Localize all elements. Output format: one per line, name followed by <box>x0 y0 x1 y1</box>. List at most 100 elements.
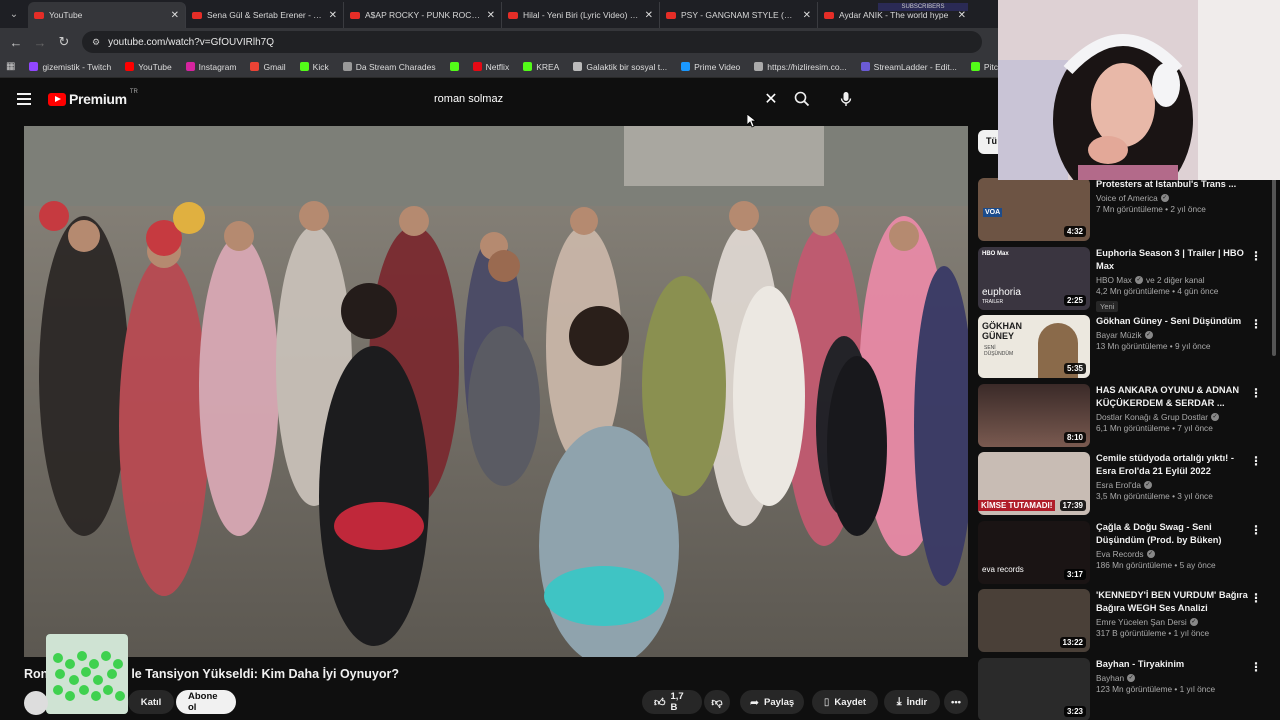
recommendation-item[interactable]: 3:23 ⋮ Bayhan - Tiryakinim Bayhan ✓ 123 M… <box>978 656 1270 720</box>
video-title[interactable]: HAS ANKARA OYUNU & ADNAN KÜÇÜKERDEM & SE… <box>1096 384 1248 410</box>
tab-title: A$AP ROCKY - PUNK ROCKY (V <box>365 10 482 20</box>
more-vertical-icon[interactable]: ⋮ <box>1250 317 1262 331</box>
more-vertical-icon[interactable]: ⋮ <box>1250 660 1262 674</box>
channel-name[interactable]: Bayhan ✓ <box>1096 673 1248 683</box>
tab-hilal[interactable]: Hilal - Yeni Biri (Lyric Video) - Y ✕ <box>502 2 660 28</box>
channel-name[interactable]: Voice of America ✓ <box>1096 193 1248 203</box>
bookmark-twitch[interactable]: gizemistik - Twitch <box>29 62 111 72</box>
recommendation-item[interactable]: HBO Max euphoria TRAILER 2:25 ⋮ Euphoria… <box>978 245 1270 314</box>
subscribe-button[interactable]: Abone ol <box>176 690 236 714</box>
recommendation-item[interactable]: GÖKHAN GÜNEY SENİ DÜŞÜNDÜM 5:35 ⋮ Gökhan… <box>978 313 1270 382</box>
youtube-favicon-icon <box>666 11 676 19</box>
download-button[interactable]: ⤓ İndir <box>884 690 940 714</box>
voice-search-button[interactable] <box>832 86 860 112</box>
search-box[interactable]: roman solmaz ✕ <box>424 84 784 114</box>
channel-name[interactable]: Emre Yücelen Şan Dersi ✓ <box>1096 617 1248 627</box>
recommendation-item[interactable]: eva records 3:17 ⋮ Çağla & Doğu Swag - S… <box>978 519 1270 588</box>
video-title[interactable]: Bayhan - Tiryakinim <box>1096 658 1248 671</box>
close-tab-icon[interactable]: ✕ <box>803 10 811 21</box>
bookmark-prime-video[interactable]: Prime Video <box>681 62 740 72</box>
tab-psy[interactable]: PSY - GANGNAM STYLE (강남스 ✕ <box>660 2 818 28</box>
close-tab-icon[interactable]: ✕ <box>329 10 337 21</box>
close-tab-icon[interactable]: ✕ <box>487 10 495 21</box>
gmail-icon <box>250 62 260 71</box>
close-tab-icon[interactable]: ✕ <box>958 10 966 21</box>
view-info: 4,2 Mn görüntüleme • 4 gün önce <box>1096 285 1219 296</box>
like-button[interactable]: 👍︎ 1,7 B <box>642 690 702 714</box>
video-thumbnail[interactable]: 3:23 <box>978 657 1090 720</box>
search-input[interactable]: roman solmaz <box>424 93 758 105</box>
video-title[interactable]: Euphoria Season 3 | Trailer | HBO Max <box>1096 247 1248 273</box>
reload-icon[interactable]: ↻ <box>52 34 76 50</box>
hamburger-menu-icon[interactable] <box>17 93 31 105</box>
forward-icon[interactable]: → <box>28 35 52 50</box>
channel-name[interactable]: Dostlar Konağı & Grup Dostlar ✓ <box>1096 412 1248 422</box>
sidebar-scrollbar[interactable] <box>1272 176 1276 356</box>
join-button[interactable]: Katıl <box>128 690 174 714</box>
tab-asap-rocky[interactable]: A$AP ROCKY - PUNK ROCKY (V ✕ <box>344 2 502 28</box>
recommendation-item[interactable]: VOA 4:32 Protesters at Istanbul's Trans … <box>978 176 1270 245</box>
video-thumbnail[interactable]: KİMSE TUTAMADI! 17:39 <box>978 452 1090 515</box>
more-vertical-icon[interactable]: ⋮ <box>1250 523 1262 537</box>
more-vertical-icon[interactable]: ⋮ <box>1250 591 1262 605</box>
bookmark-instagram[interactable]: Instagram <box>185 62 236 72</box>
kick-icon <box>449 62 459 71</box>
url-field[interactable]: ⚙ youtube.com/watch?v=GfOUVIRlh7Q <box>82 31 982 53</box>
krea-icon <box>523 62 533 71</box>
recommendation-item[interactable]: 13:22 ⋮ 'KENNEDY'İ BEN VURDUM' Bağıra Ba… <box>978 587 1270 656</box>
video-title[interactable]: Cemile stüdyoda ortalığı yıktı! - Esra E… <box>1096 452 1248 478</box>
video-title[interactable]: 'KENNEDY'İ BEN VURDUM' Bağıra Bağıra WEG… <box>1096 589 1248 615</box>
download-icon: ⤓ <box>896 695 902 708</box>
voa-logo: VOA <box>983 208 1003 217</box>
clear-search-icon[interactable]: ✕ <box>758 89 784 109</box>
bookmark-krea[interactable]: KREA <box>523 62 559 72</box>
video-title[interactable]: Gökhan Güney - Seni Düşündüm <box>1096 315 1248 328</box>
bookmark-stream-charades[interactable]: Da Stream Charades <box>342 62 436 72</box>
channel-name[interactable]: Bayar Müzik ✓ <box>1096 330 1248 340</box>
save-button[interactable]: ▯ Kaydet <box>812 690 878 714</box>
tab-search-icon[interactable]: ⌄ <box>0 0 28 28</box>
share-button[interactable]: ➦ Paylaş <box>740 690 804 714</box>
close-tab-icon[interactable]: ✕ <box>171 10 179 21</box>
site-info-icon[interactable]: ⚙ <box>92 37 100 48</box>
tab-youtube[interactable]: YouTube ✕ <box>28 2 186 28</box>
video-title[interactable]: Çağla & Doğu Swag - Seni Düşündüm (Prod.… <box>1096 521 1248 547</box>
bookmark-hizliresim[interactable]: https://hizliresim.co... <box>754 62 847 72</box>
recommendation-item[interactable]: 8:10 ⋮ HAS ANKARA OYUNU & ADNAN KÜÇÜKERD… <box>978 382 1270 451</box>
view-info: 7 Mn görüntüleme • 2 yıl önce <box>1096 204 1206 214</box>
more-vertical-icon[interactable]: ⋮ <box>1250 249 1262 263</box>
youtube-logo[interactable]: Premium TR <box>48 89 138 107</box>
bookmark-kick-2[interactable] <box>449 62 459 71</box>
back-icon[interactable]: ← <box>4 35 28 50</box>
video-player[interactable] <box>24 126 968 657</box>
more-vertical-icon[interactable]: ⋮ <box>1250 386 1262 400</box>
channel-avatar[interactable] <box>24 691 48 715</box>
channel-name[interactable]: HBO Max ✓ ve 2 diğer kanal <box>1096 275 1248 285</box>
bookmark-kick[interactable]: Kick <box>299 62 329 72</box>
channel-name[interactable]: Esra Erol'da ✓ <box>1096 480 1248 490</box>
video-thumbnail[interactable]: eva records 3:17 <box>978 520 1090 584</box>
thumbs-down-icon: 👎︎ <box>711 696 723 709</box>
video-thumbnail[interactable]: 13:22 <box>978 589 1090 652</box>
search-button[interactable] <box>786 86 818 112</box>
apps-grid-icon[interactable]: ▦ <box>6 61 15 72</box>
recommendation-item[interactable]: KİMSE TUTAMADI! 17:39 ⋮ Cemile stüdyoda … <box>978 450 1270 519</box>
channel-name[interactable]: Eva Records ✓ <box>1096 549 1248 559</box>
video-thumbnail[interactable]: 8:10 <box>978 383 1090 447</box>
close-tab-icon[interactable]: ✕ <box>645 10 653 21</box>
video-thumbnail[interactable]: GÖKHAN GÜNEY SENİ DÜŞÜNDÜM 5:35 <box>978 315 1090 378</box>
tab-sena-gul[interactable]: Sena Gül & Sertab Erener - Yed ✕ <box>186 2 344 28</box>
video-thumbnail[interactable]: VOA 4:32 <box>978 178 1090 241</box>
verified-icon: ✓ <box>1134 275 1143 284</box>
youtube-icon <box>125 62 135 71</box>
video-thumbnail[interactable]: HBO Max euphoria TRAILER 2:25 <box>978 246 1090 310</box>
bookmark-netflix[interactable]: Netflix <box>472 62 509 72</box>
bookmark-youtube[interactable]: YouTube <box>125 62 172 72</box>
bookmark-gmail[interactable]: Gmail <box>250 62 286 72</box>
more-actions-button[interactable]: ••• <box>944 690 968 714</box>
bookmark-streamladder[interactable]: StreamLadder - Edit... <box>860 62 957 72</box>
thumbnail-subcaption: SENİ DÜŞÜNDÜM <box>984 345 1014 357</box>
more-vertical-icon[interactable]: ⋮ <box>1250 454 1262 468</box>
dislike-button[interactable]: 👎︎ <box>704 690 730 714</box>
bookmark-galaktik[interactable]: Galaktik bir sosyal t... <box>573 62 667 72</box>
